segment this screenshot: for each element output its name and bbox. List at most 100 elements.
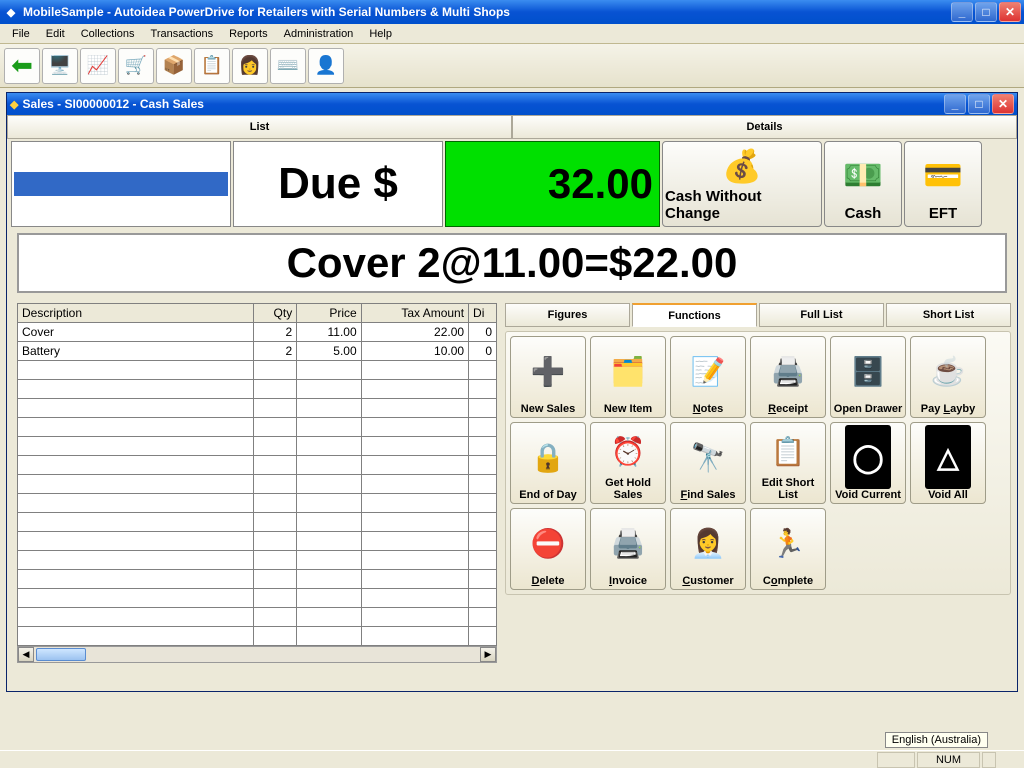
terminal-icon[interactable]: 🖥️ [42,48,78,84]
menu-file[interactable]: File [4,26,38,42]
minimize-icon[interactable]: _ [951,2,973,22]
menu-transactions[interactable]: Transactions [143,26,222,42]
open-drawer-button[interactable]: 🗄️Open Drawer [830,336,906,418]
inner-close-icon[interactable]: ✕ [992,94,1014,114]
notes-label: Notes [693,403,724,415]
chart-icon[interactable]: 📈 [80,48,116,84]
table-cell [297,589,361,608]
table-row[interactable]: Battery25.0010.000 [18,342,497,361]
tab-functions[interactable]: Functions [632,303,757,327]
main-titlebar: ◆ MobileSample - Autoidea PowerDrive for… [0,0,1024,24]
table-row[interactable] [18,551,497,570]
table-cell [18,494,254,513]
new-item-button[interactable]: 🗂️New Item [590,336,666,418]
cup-icon: ☕ [931,339,966,403]
table-row[interactable] [18,532,497,551]
functions-grid: ➕New Sales 🗂️New Item 📝Notes 🖨️Receipt 🗄… [505,331,1011,595]
keyboard-icon[interactable]: ⌨️ [270,48,306,84]
blue-selection-bar [14,172,228,196]
edit-short-list-button[interactable]: 📋Edit Short List [750,422,826,504]
notes-icon: 📝 [691,339,726,403]
delete-label: Delete [531,575,564,587]
cash-button[interactable]: 💵 Cash [824,141,902,227]
customer-button[interactable]: 👩‍💼Customer [670,508,746,590]
col-qty[interactable]: Qty [254,304,297,323]
table-row[interactable] [18,399,497,418]
col-description[interactable]: Description [18,304,254,323]
table-row[interactable] [18,589,497,608]
table-row[interactable] [18,380,497,399]
table-row[interactable] [18,437,497,456]
void-current-button[interactable]: ◯Void Current [830,422,906,504]
col-tax-amount[interactable]: Tax Amount [361,304,468,323]
table-row[interactable] [18,494,497,513]
find-sales-button[interactable]: 🔭Find Sales [670,422,746,504]
menu-collections[interactable]: Collections [73,26,143,42]
scroll-thumb[interactable] [36,648,86,661]
receipt-button[interactable]: 🖨️Receipt [750,336,826,418]
end-of-day-button[interactable]: 🔒End of Day [510,422,586,504]
cash-without-change-button[interactable]: 💰 Cash Without Change [662,141,822,227]
agent-icon[interactable]: 👩 [232,48,268,84]
invoice-button[interactable]: 🖨️Invoice [590,508,666,590]
scroll-right-icon[interactable]: ▶ [480,647,496,662]
table-row[interactable]: Cover211.0022.000 [18,323,497,342]
void-all-label: Void All [928,489,968,501]
maximize-icon[interactable]: □ [975,2,997,22]
menu-reports[interactable]: Reports [221,26,276,42]
notes-button[interactable]: 📝Notes [670,336,746,418]
table-cell [361,399,468,418]
new-sales-button[interactable]: ➕New Sales [510,336,586,418]
table-row[interactable] [18,475,497,494]
eft-button[interactable]: 💳 EFT [904,141,982,227]
col-price[interactable]: Price [297,304,361,323]
menu-administration[interactable]: Administration [276,26,362,42]
table-h-scrollbar[interactable]: ◀ ▶ [17,646,497,663]
items-table[interactable]: Description Qty Price Tax Amount Di Cove… [17,303,497,646]
table-row[interactable] [18,418,497,437]
due-browse-bar[interactable] [11,141,231,227]
cart-icon[interactable]: 🛒 [118,48,154,84]
table-row[interactable] [18,608,497,627]
menu-help[interactable]: Help [361,26,400,42]
table-row[interactable] [18,361,497,380]
table-cell [469,589,497,608]
table-row[interactable] [18,513,497,532]
table-cell [361,551,468,570]
scroll-left-icon[interactable]: ◀ [18,647,34,662]
notes-icon[interactable]: 📋 [194,48,230,84]
complete-label: Complete [763,575,813,587]
tab-list[interactable]: List [7,115,512,139]
col-di[interactable]: Di [469,304,497,323]
table-row[interactable] [18,627,497,646]
table-row[interactable] [18,456,497,475]
cubes-icon[interactable]: 📦 [156,48,192,84]
pay-layby-button[interactable]: ☕Pay Layby [910,336,986,418]
tab-full-list[interactable]: Full List [759,303,884,327]
table-cell [18,456,254,475]
void-all-button[interactable]: △Void All [910,422,986,504]
delete-button[interactable]: ⛔Delete [510,508,586,590]
complete-button[interactable]: 🏃Complete [750,508,826,590]
person-icon[interactable]: 👤 [308,48,344,84]
app-icon: ◆ [3,4,19,20]
tab-figures[interactable]: Figures [505,303,630,327]
table-cell [469,380,497,399]
tab-short-list[interactable]: Short List [886,303,1011,327]
menu-edit[interactable]: Edit [38,26,73,42]
inner-minimize-icon[interactable]: _ [944,94,966,114]
open-drawer-label: Open Drawer [834,403,902,415]
inner-maximize-icon[interactable]: □ [968,94,990,114]
table-cell [297,399,361,418]
close-icon[interactable]: ✕ [999,2,1021,22]
get-hold-sales-button[interactable]: ⏰Get Hold Sales [590,422,666,504]
table-cell [18,418,254,437]
sales-window: ◆ Sales - SI00000012 - Cash Sales _ □ ✕ … [6,92,1018,692]
moneybag-icon: 💰 [722,144,762,188]
tab-details[interactable]: Details [512,115,1017,139]
table-cell [361,513,468,532]
table-row[interactable] [18,570,497,589]
back-icon[interactable]: ⬅ [4,48,40,84]
table-cell [18,361,254,380]
clipboard-icon: 📋 [771,425,806,477]
